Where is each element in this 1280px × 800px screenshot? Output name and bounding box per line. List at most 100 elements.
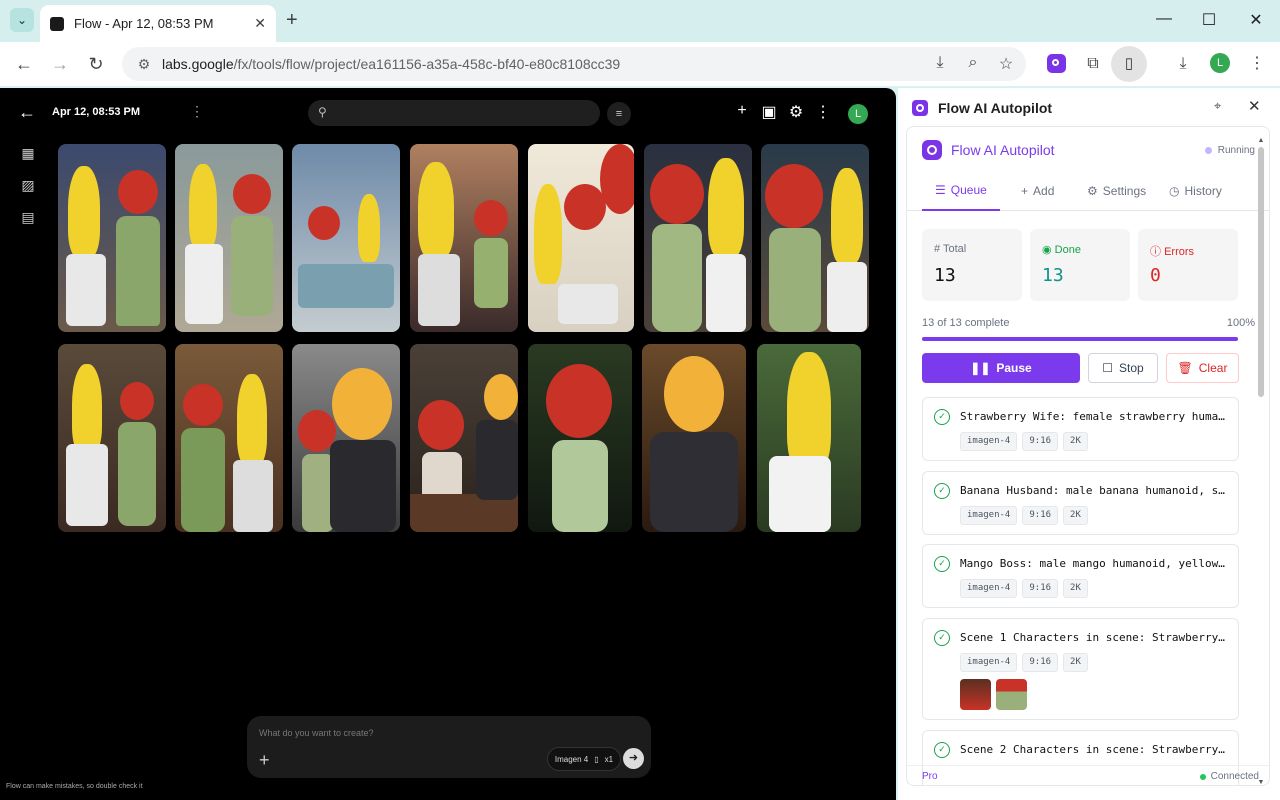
downloads-icon[interactable]: ⤓ — [1171, 52, 1195, 76]
side-panel-icon[interactable]: ▯ — [1111, 46, 1147, 82]
pause-button[interactable]: ❚❚ Pause — [922, 353, 1080, 383]
project-menu-icon[interactable]: ⋮ — [190, 103, 204, 120]
zoom-icon[interactable]: ⌕ — [963, 54, 983, 72]
flow-avatar[interactable]: L — [848, 104, 868, 124]
generated-image[interactable] — [175, 344, 283, 532]
scroll-up-icon[interactable]: ▲ — [1256, 137, 1266, 144]
stat-total: # Total 13 — [922, 229, 1022, 301]
send-arrow-icon[interactable]: ➜ — [623, 748, 644, 769]
queue-item[interactable]: ✓ Mango Boss: male mango humanoid, yello… — [922, 544, 1239, 608]
browser-tab-flow[interactable]: Flow - Apr 12, 08:53 PM ✕ — [40, 5, 276, 42]
side-panel-scrollbar[interactable]: ▲ ▼ — [1256, 137, 1266, 787]
model-chip: imagen-4 — [960, 432, 1018, 451]
generated-image[interactable] — [761, 144, 869, 332]
autopilot-logo-icon — [912, 100, 928, 116]
prompt-input[interactable]: What do you want to create? — [259, 728, 374, 738]
generated-image[interactable] — [528, 344, 632, 532]
site-settings-icon[interactable]: ⚙ — [130, 56, 158, 73]
queue-item[interactable]: ✓ Scene 1 Characters in scene: Strawberr… — [922, 618, 1239, 720]
progress-fill — [922, 337, 1238, 341]
pause-icon: ❚❚ — [970, 361, 991, 375]
add-icon[interactable]: + — [732, 102, 752, 120]
reload-icon[interactable]: ↻ — [84, 52, 108, 76]
stat-label: Done — [1054, 244, 1081, 256]
progress-percent: 100% — [1226, 317, 1255, 329]
generated-image[interactable] — [642, 344, 746, 532]
clear-button[interactable]: 🗑 Clear — [1166, 353, 1239, 383]
scene-builder-icon[interactable]: ▣ — [759, 102, 779, 122]
flow-back-icon[interactable]: ← — [18, 102, 36, 123]
extensions-icon[interactable]: ⧉ — [1081, 52, 1105, 76]
tab-queue[interactable]: ☰ Queue — [922, 171, 1000, 211]
browser-toolbar: ← → ↻ ⚙ labs.google/fx/tools/flow/projec… — [0, 42, 1280, 86]
flow-favicon-icon — [50, 16, 64, 31]
stop-button[interactable]: ☐ Stop — [1088, 353, 1158, 383]
browser-titlebar: ⌄ Flow - Apr 12, 08:53 PM ✕ + — ☐ ✕ — [0, 0, 1280, 42]
new-tab-icon[interactable]: + — [286, 9, 298, 31]
generated-image[interactable] — [410, 144, 518, 332]
autopilot-logo-icon — [922, 140, 942, 160]
reference-image[interactable] — [996, 679, 1027, 710]
generated-image[interactable] — [528, 144, 634, 332]
image-view-icon[interactable]: ▨ — [20, 177, 36, 194]
maximize-icon[interactable]: ☐ — [1199, 10, 1219, 30]
aspect-chip: 9:16 — [1022, 579, 1059, 598]
window-close-icon[interactable]: ✕ — [1246, 10, 1266, 30]
model-selector[interactable]: Imagen 4 ▯ x1 — [547, 747, 621, 771]
stat-errors: ⓘ Errors 0 — [1138, 229, 1238, 301]
scroll-down-icon[interactable]: ▼ — [1256, 779, 1266, 786]
back-icon[interactable]: ← — [12, 52, 36, 76]
tab-search-icon[interactable]: ⌄ — [10, 8, 34, 32]
star-icon[interactable]: ☆ — [996, 54, 1016, 74]
download-page-icon[interactable]: ⤓ — [930, 54, 950, 72]
forward-icon[interactable]: → — [48, 52, 72, 76]
extension-container: Flow AI Autopilot Running ☰ Queue + Add … — [906, 126, 1270, 786]
history-icon: ◷ — [1169, 184, 1180, 198]
flow-search-input[interactable]: ⚲ — [308, 100, 600, 126]
queue-item[interactable]: ✓ Banana Husband: male banana humanoid, … — [922, 471, 1239, 535]
list-icon: ☰ — [935, 183, 946, 197]
grid-view-icon[interactable]: ▦ — [20, 145, 36, 162]
generated-image[interactable] — [644, 144, 752, 332]
generated-image[interactable] — [58, 144, 166, 332]
status-text: Running — [1217, 145, 1255, 156]
unpin-icon[interactable]: ⌖ — [1214, 98, 1221, 114]
generated-image[interactable] — [410, 344, 518, 532]
side-panel: Flow AI Autopilot ⌖ ✕ Flow AI Autopilot … — [898, 88, 1280, 800]
generated-image[interactable] — [58, 344, 166, 532]
add-media-icon[interactable]: + — [259, 750, 270, 771]
generated-image[interactable] — [292, 344, 400, 532]
minimize-icon[interactable]: — — [1154, 10, 1174, 28]
stat-value: 13 — [1042, 265, 1064, 286]
aspect-icon: ▯ — [594, 754, 599, 764]
tab-history[interactable]: ◷ History — [1169, 171, 1222, 211]
generated-image[interactable] — [175, 144, 283, 332]
scroll-thumb[interactable] — [1258, 147, 1264, 397]
more-icon[interactable]: ⋮ — [1245, 52, 1269, 76]
queue-item[interactable]: ✓ Strawberry Wife: female strawberry hum… — [922, 397, 1239, 461]
url-host: labs.google — [162, 56, 234, 72]
tab-settings[interactable]: ⚙ Settings — [1087, 171, 1146, 211]
filter-icon[interactable]: ≡ — [607, 102, 631, 126]
tab-label: Settings — [1102, 184, 1147, 198]
close-tab-icon[interactable]: ✕ — [254, 15, 266, 32]
check-circle-icon: ✓ — [934, 742, 950, 758]
flow-autopilot-extension-icon[interactable] — [1047, 54, 1066, 73]
generated-image[interactable] — [757, 344, 861, 532]
close-panel-icon[interactable]: ✕ — [1248, 97, 1261, 115]
address-bar[interactable]: ⚙ labs.google/fx/tools/flow/project/ea16… — [122, 47, 1026, 81]
plan-label: Pro — [922, 771, 938, 782]
folder-icon[interactable]: ▤ — [20, 209, 36, 226]
prompt-box[interactable]: What do you want to create? + Imagen 4 ▯… — [247, 716, 651, 778]
stat-value: 0 — [1150, 265, 1161, 286]
profile-avatar[interactable]: L — [1210, 53, 1230, 73]
hash-icon: # — [934, 243, 943, 255]
generated-image[interactable] — [292, 144, 400, 332]
check-circle-icon: ◉ — [1042, 244, 1055, 256]
reference-image[interactable] — [960, 679, 991, 710]
tab-label: History — [1184, 184, 1222, 198]
tab-add[interactable]: + Add — [1021, 171, 1054, 211]
settings-icon[interactable]: ⚙ — [786, 102, 806, 122]
flow-more-icon[interactable]: ⋮ — [813, 102, 833, 122]
aspect-chip: 9:16 — [1022, 653, 1059, 672]
